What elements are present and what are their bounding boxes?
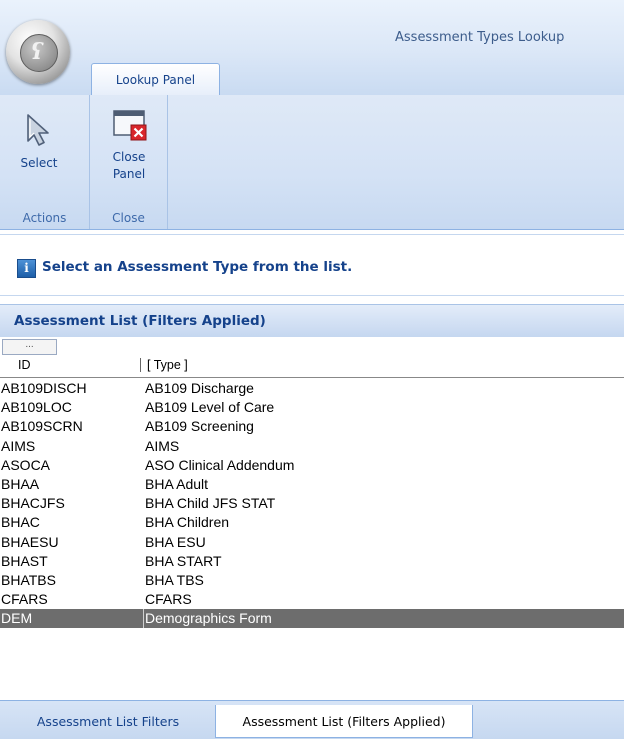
cell-type: ASO Clinical Addendum [145, 456, 295, 473]
table-row[interactable]: DEM Demographics Form [0, 609, 624, 629]
cell-type: AB109 Discharge [145, 380, 254, 396]
info-bar: i Select an Assessment Type from the lis… [0, 234, 624, 296]
cell-id: DEM [1, 610, 33, 627]
app-title: Assessment Types Lookup [395, 30, 565, 45]
table-row[interactable]: BHAST BHA START [0, 552, 624, 571]
cell-type: BHA Child JFS STAT [145, 495, 276, 512]
cell-id: BHAST [1, 552, 48, 569]
cell-id: AB109DISCH [1, 380, 87, 396]
close-window-icon [113, 110, 147, 141]
cell-type: CFARS [145, 591, 192, 608]
cursor-arrow-icon [27, 114, 49, 146]
table-row[interactable]: AB109DISCH AB109 Discharge [0, 379, 624, 398]
cell-type: BHA ESU [145, 533, 206, 550]
select-button-label: Select [20, 156, 58, 170]
select-button[interactable]: Select [14, 111, 64, 172]
header-divider [0, 377, 624, 378]
ribbon-group-close: Close Panel Close [90, 95, 168, 229]
ribbon-group-label-close: Close [112, 211, 145, 225]
table-row[interactable]: CFARS CFARS [0, 590, 624, 609]
table-row[interactable]: BHAA BHA Adult [0, 475, 624, 494]
info-message: Select an Assessment Type from the list. [42, 259, 353, 275]
column-header-type[interactable]: [ Type ] [140, 358, 188, 372]
cell-id: AB109SCRN [1, 418, 83, 435]
close-panel-button[interactable]: Close Panel [102, 105, 156, 183]
assessment-list-header: Assessment List (Filters Applied) [0, 304, 624, 338]
cell-type: BHA START [145, 552, 222, 569]
assessment-grid: ... ID [ Type ] AB109DISCH AB109 Discharg… [0, 337, 624, 700]
cell-id: CFARS [1, 591, 48, 608]
table-row[interactable]: AB109LOC AB109 Level of Care [0, 398, 624, 417]
cell-id: BHAESU [1, 533, 59, 550]
info-icon: i [17, 259, 36, 278]
cell-id: BHAC [1, 514, 40, 531]
cell-id: AB109LOC [1, 399, 72, 416]
table-row[interactable]: AIMS AIMS [0, 437, 624, 456]
table-row[interactable]: BHAESU BHA ESU [0, 533, 624, 552]
cell-type: BHA Adult [145, 475, 209, 492]
ribbon: Select Actions Close Panel Close [0, 95, 624, 230]
cell-id: AIMS [1, 437, 36, 454]
cell-type: AIMS [145, 437, 180, 454]
app-orb-button[interactable]: ʕ [6, 20, 70, 84]
filter-row-cell[interactable]: ... [2, 339, 57, 355]
table-row[interactable]: AB109SCRN AB109 Screening [0, 417, 624, 436]
assessment-list-title: Assessment List (Filters Applied) [14, 313, 266, 329]
tab-assessment-list-filters-applied[interactable]: Assessment List (Filters Applied) [215, 705, 473, 738]
tab-lookup-panel[interactable]: Lookup Panel [91, 63, 220, 96]
cell-id: ASOCA [1, 456, 51, 473]
table-row[interactable]: ASOCA ASO Clinical Addendum [0, 456, 624, 475]
title-bar: ʕ Assessment Types Lookup Lookup Panel [0, 0, 624, 96]
cell-type: BHA TBS [145, 571, 204, 588]
cell-id: BHATBS [1, 571, 56, 588]
cell-id: BHAA [1, 475, 40, 492]
close-panel-button-label: Close Panel [112, 150, 146, 181]
cell-type: AB109 Screening [145, 418, 254, 435]
table-row[interactable]: BHACJFS BHA Child JFS STAT [0, 494, 624, 513]
bottom-tab-strip: Assessment List Filters Assessment List … [0, 700, 624, 739]
column-header-id[interactable]: ID [18, 358, 31, 372]
cell-type: AB109 Level of Care [145, 399, 275, 416]
grid-rows: AB109DISCH AB109 Discharge AB109LOC AB109 L… [0, 379, 624, 629]
table-row[interactable]: BHAC BHA Children [0, 513, 624, 532]
table-row[interactable]: BHATBS BHA TBS [0, 571, 624, 590]
cell-type: Demographics Form [143, 609, 272, 629]
cell-id: BHACJFS [1, 495, 65, 512]
app-logo-icon: ʕ [20, 34, 58, 72]
ribbon-group-label-actions: Actions [22, 211, 67, 225]
cell-type: BHA Children [145, 514, 230, 531]
tab-assessment-list-filters[interactable]: Assessment List Filters [2, 705, 214, 738]
ribbon-group-actions: Select Actions [0, 95, 90, 229]
